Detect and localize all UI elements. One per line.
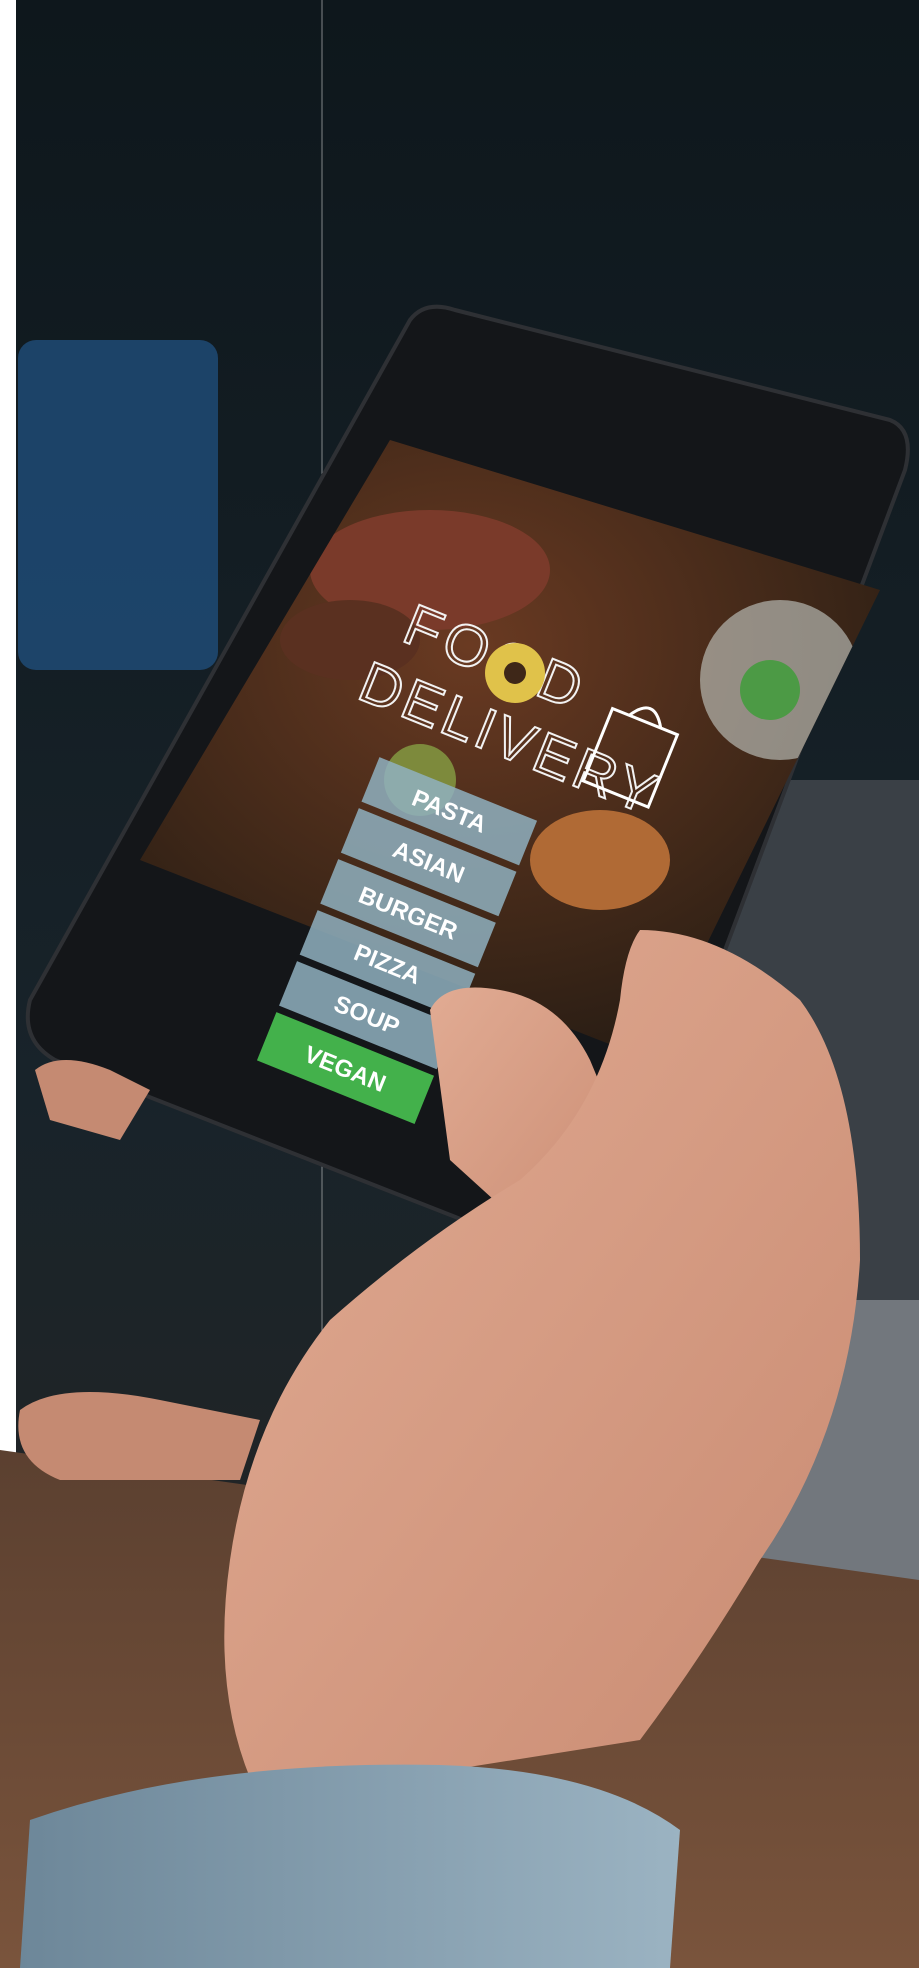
donut-icon (485, 643, 545, 703)
photo-scene: FOOD DELIVERY PASTA ASIAN BURGER PIZZA (0, 0, 919, 1968)
shirt-sleeve (20, 1764, 680, 1968)
